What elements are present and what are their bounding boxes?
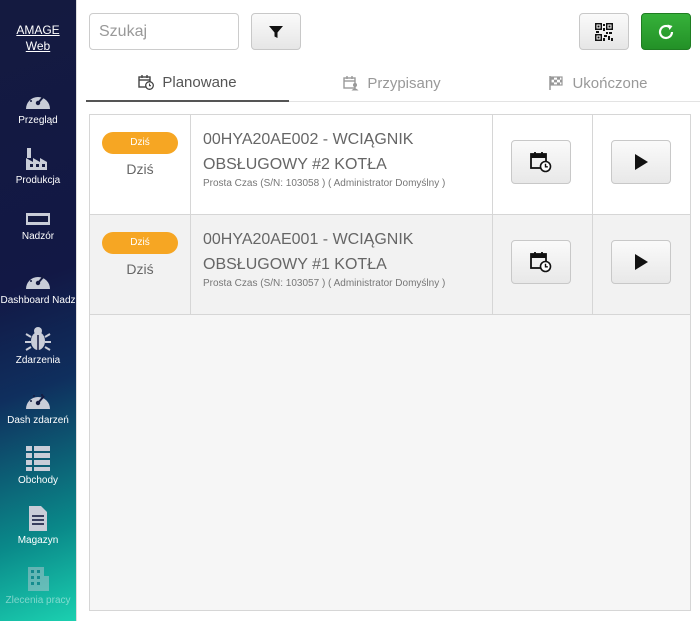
qr-code-icon [595,22,613,41]
task-title-line-2: OBSŁUGOWY #2 KOTŁA [203,156,387,173]
sidebar-item-label: Zdarzenia [15,355,61,366]
sidebar: AMAGE Web Przegląd Produkcja Nadzór Dash… [0,0,76,621]
tab-label: Przypisany [367,74,441,92]
sidebar-item-przeglad[interactable]: Przegląd [0,88,76,148]
task-title: 00HYA20AE002 - WCIĄGNIK OBSŁUGOWY #2 KOT… [203,127,492,177]
sidebar-item-magazyn[interactable]: Magazyn [0,504,76,564]
sidebar-item-zlecenia-pracy[interactable]: Zlecenia pracy [0,564,76,621]
qr-scan-button[interactable] [579,13,629,50]
brand-line-1: AMAGE [16,23,60,37]
refresh-icon [658,24,674,39]
tab-label: Planowane [162,73,237,91]
gauge-icon [26,274,50,289]
sidebar-item-label: Obchody [17,475,59,486]
start-button[interactable] [611,240,671,284]
task-schedule-cell [493,215,593,314]
bug-icon [25,327,51,351]
task-title: 00HYA20AE001 - WCIĄGNIK OBSŁUGOWY #1 KOT… [203,227,492,277]
task-info-cell: 00HYA20AE001 - WCIĄGNIK OBSŁUGOWY #1 KOT… [191,215,493,314]
task-date: Dziś [126,161,154,177]
building-icon [28,567,49,591]
sidebar-item-obchody[interactable]: Obchody [0,444,76,504]
schedule-button[interactable] [511,140,571,184]
tab-planowane[interactable]: Planowane [86,64,289,102]
calendar-user-icon [343,76,359,91]
start-button[interactable] [611,140,671,184]
task-list: Dziś Dziś 00HYA20AE002 - WCIĄGNIK OBSŁUG… [89,114,691,611]
task-date-cell: Dziś Dziś [90,115,191,214]
filter-icon [269,25,283,38]
calendar-clock-icon [530,252,552,273]
status-badge: Dziś [102,132,178,154]
finish-flag-icon [549,76,564,90]
sidebar-item-label: Nadzór [21,231,55,242]
task-subtitle: Prosta Czas (S/N: 103058 ) ( Administrat… [203,178,446,189]
tab-label: Ukończone [572,74,648,92]
tab-ukonczone[interactable]: Ukończone [495,64,700,102]
search-input[interactable] [89,13,239,50]
refresh-button[interactable] [641,13,691,50]
task-date: Dziś [126,261,154,277]
status-badge: Dziś [102,232,178,254]
play-icon [635,154,648,170]
main-panel: Planowane Przypisany Ukończone Dziś Dziś… [76,0,700,621]
task-title-line-1: 00HYA20AE002 - WCIĄGNIK [203,131,414,148]
sidebar-item-label: Dashboard Nadz [0,295,76,306]
document-icon [29,506,47,531]
tab-bar: Planowane Przypisany Ukończone [86,64,700,102]
list-icon [26,446,50,471]
task-subtitle: Prosta Czas (S/N: 103057 ) ( Administrat… [203,278,446,289]
sidebar-item-label: Przegląd [18,115,58,126]
monitor-icon [26,213,50,225]
sidebar-item-dash-zdarzen[interactable]: Dash zdarzeń [0,388,76,448]
brand-link[interactable]: AMAGE Web [0,22,76,54]
task-title-line-1: 00HYA20AE001 - WCIĄGNIK [203,231,414,248]
task-title-line-2: OBSŁUGOWY #1 KOTŁA [203,256,387,273]
schedule-button[interactable] [511,240,571,284]
gauge-icon [26,394,50,409]
sidebar-item-dashboard-nadzoru[interactable]: Dashboard Nadz [0,268,76,328]
task-start-cell [593,215,690,314]
gauge-icon [26,94,50,109]
task-schedule-cell [493,115,593,214]
factory-icon [26,148,47,170]
sidebar-item-zdarzenia[interactable]: Zdarzenia [0,326,76,386]
brand-line-2: Web [25,39,51,53]
task-info-cell: 00HYA20AE002 - WCIĄGNIK OBSŁUGOWY #2 KOT… [191,115,493,214]
sidebar-item-label: Magazyn [17,535,59,546]
calendar-clock-icon [530,152,552,173]
tab-przypisany[interactable]: Przypisany [289,64,495,102]
task-date-cell: Dziś Dziś [90,215,191,314]
task-row[interactable]: Dziś Dziś 00HYA20AE002 - WCIĄGNIK OBSŁUG… [90,115,690,215]
sidebar-item-label: Zlecenia pracy [5,595,71,606]
task-start-cell [593,115,690,214]
sidebar-item-label: Produkcja [15,175,61,186]
sidebar-item-label: Dash zdarzeń [7,415,69,426]
filter-button[interactable] [251,13,301,50]
task-row[interactable]: Dziś Dziś 00HYA20AE001 - WCIĄGNIK OBSŁUG… [90,215,690,315]
play-icon [635,254,648,270]
sidebar-item-produkcja[interactable]: Produkcja [0,146,76,206]
calendar-clock-icon [138,75,155,90]
sidebar-item-nadzor[interactable]: Nadzór [0,210,76,270]
